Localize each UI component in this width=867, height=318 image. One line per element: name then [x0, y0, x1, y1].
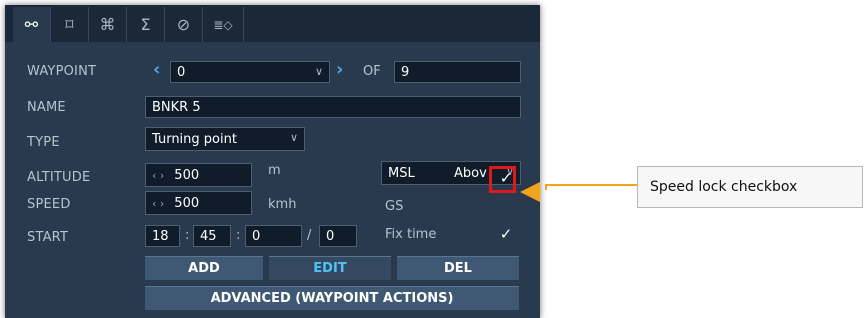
waypoint-label: WAYPOINT — [27, 64, 97, 79]
fix-time-checkbox[interactable]: ✓ — [497, 225, 515, 243]
waypoint-value: 0 — [177, 64, 186, 80]
start-day-input[interactable]: 0 — [319, 225, 357, 247]
altitude-unit: m — [268, 163, 281, 178]
route-icon: ⚯ — [24, 15, 39, 34]
command-icon: ⌘ — [99, 15, 116, 34]
day-separator: / — [307, 228, 312, 243]
delete-button[interactable]: DEL — [397, 256, 519, 280]
time-separator: : — [185, 228, 190, 243]
tab-slash-circle[interactable]: ⊘ — [165, 7, 203, 42]
callout-text: Speed lock checkbox — [650, 179, 798, 195]
start-minute-input[interactable]: 45 — [193, 225, 231, 247]
time-separator: : — [236, 228, 241, 243]
waypoint-select[interactable]: 0 ∨ — [170, 61, 330, 83]
altitude-input[interactable]: ‹ › 500 — [145, 163, 252, 187]
start-label: START — [27, 230, 69, 245]
altitude-ref2: Abov — [454, 166, 487, 181]
of-label: OF — [363, 64, 381, 79]
gs-label: GS — [385, 199, 404, 214]
prev-waypoint-button[interactable]: ‹ — [153, 59, 160, 80]
sigma-icon: Σ — [140, 15, 151, 34]
checkmark-icon: ✓ — [499, 225, 513, 243]
type-label: TYPE — [27, 135, 60, 150]
name-value: BNKR 5 — [152, 99, 201, 115]
waypoint-total: 9 — [401, 64, 410, 80]
callout-arrow-icon — [520, 182, 540, 202]
tab-route[interactable]: ⚯ — [13, 7, 51, 42]
tab-bar: ⚯ ⌑ ⌘ Σ ⊘ ≣◇ — [5, 5, 540, 42]
callout-line — [545, 184, 637, 186]
slash-circle-icon: ⊘ — [176, 15, 191, 34]
altitude-label: ALTITUDE — [27, 170, 91, 185]
add-button[interactable]: ADD — [145, 256, 263, 280]
mission-editor-panel: ⚯ ⌑ ⌘ Σ ⊘ ≣◇ WAYPOINT ‹ 0 ∨ › OF 9 NAME … — [5, 5, 540, 318]
target-icon: ⌑ — [65, 15, 74, 34]
tab-command[interactable]: ⌘ — [89, 7, 127, 42]
fix-time-label: Fix time — [385, 227, 437, 242]
speed-input[interactable]: ‹ › 500 — [145, 191, 252, 215]
altitude-ref: MSL — [388, 165, 415, 181]
chevron-down-icon: ∨ — [289, 131, 298, 144]
start-hour-value: 18 — [152, 228, 169, 244]
type-select[interactable]: Turning point ∨ — [145, 127, 305, 151]
altitude-value: 500 — [174, 167, 200, 183]
type-value: Turning point — [152, 131, 237, 147]
edit-button[interactable]: EDIT — [269, 256, 391, 280]
list-arrow-icon: ≣◇ — [213, 17, 233, 32]
speed-label: SPEED — [27, 197, 71, 212]
speed-lock-highlight — [489, 166, 516, 193]
speed-value: 500 — [174, 195, 200, 211]
advanced-waypoint-actions-button[interactable]: ADVANCED (WAYPOINT ACTIONS) — [145, 286, 519, 310]
name-label: NAME — [27, 100, 66, 115]
chevron-down-icon: ∨ — [314, 65, 323, 78]
tab-list-arrow[interactable]: ≣◇ — [203, 7, 244, 42]
start-day-value: 0 — [326, 228, 335, 244]
tab-sigma[interactable]: Σ — [127, 7, 165, 42]
next-waypoint-button[interactable]: › — [336, 59, 343, 80]
stepper-arrows-icon[interactable]: ‹ › — [152, 169, 164, 182]
start-hour-input[interactable]: 18 — [145, 225, 180, 247]
callout-box: Speed lock checkbox — [637, 166, 863, 208]
tab-target[interactable]: ⌑ — [51, 7, 89, 42]
waypoint-total-field: 9 — [394, 61, 521, 83]
name-input[interactable]: BNKR 5 — [145, 96, 521, 118]
stepper-arrows-icon[interactable]: ‹ › — [152, 197, 164, 210]
start-second-value: 0 — [252, 228, 261, 244]
speed-unit: kmh — [268, 197, 297, 212]
start-minute-value: 45 — [200, 228, 217, 244]
start-second-input[interactable]: 0 — [245, 225, 302, 247]
